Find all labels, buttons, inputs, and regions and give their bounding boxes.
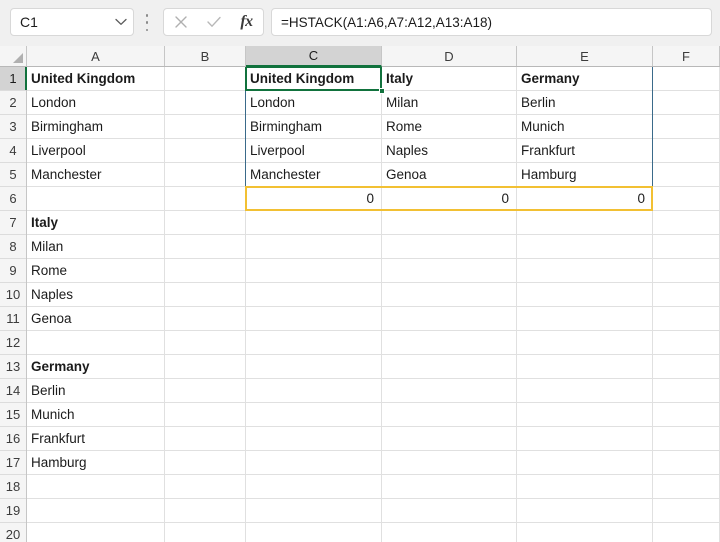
name-box[interactable]: C1: [10, 8, 134, 36]
cell-A7[interactable]: Italy: [27, 211, 164, 234]
cell-A8[interactable]: Milan: [27, 235, 164, 258]
gridline-vertical: [652, 67, 653, 542]
row-header-10[interactable]: 10: [0, 283, 26, 307]
row-header-2[interactable]: 2: [0, 91, 26, 115]
cell-A17[interactable]: Hamburg: [27, 451, 164, 474]
row-header-17[interactable]: 17: [0, 451, 26, 475]
cell-A4[interactable]: Liverpool: [27, 139, 164, 162]
row-header-16[interactable]: 16: [0, 427, 26, 451]
cell-A1[interactable]: United Kingdom: [27, 67, 164, 90]
cell-C6[interactable]: 0: [246, 187, 381, 210]
cell-C1[interactable]: United Kingdom: [246, 67, 381, 90]
row-header-4[interactable]: 4: [0, 139, 26, 163]
row-header-7[interactable]: 7: [0, 211, 26, 235]
row-header-19[interactable]: 19: [0, 499, 26, 523]
cell-A13[interactable]: Germany: [27, 355, 164, 378]
enter-check-icon[interactable]: [197, 9, 230, 35]
chevron-down-icon[interactable]: [109, 18, 133, 26]
formula-bar: C1 fx =HSTACK(A1:A6,A7:A12,A13:A18): [0, 0, 720, 46]
cell-E6[interactable]: 0: [517, 187, 652, 210]
row-header-5[interactable]: 5: [0, 163, 26, 187]
row-header-13[interactable]: 13: [0, 355, 26, 379]
spreadsheet-grid: ABCDEF 1 2 3 4 5 6 7 8 9 10 11 12 13 14 15 16 17 18 19 20 U…: [0, 46, 720, 542]
fx-label: fx: [240, 13, 253, 30]
row-header-11[interactable]: 11: [0, 307, 26, 331]
cell-D3[interactable]: Rome: [382, 115, 516, 138]
cell-E4[interactable]: Frankfurt: [517, 139, 652, 162]
cell-area[interactable]: United Kingdom London Birmingham Liverpool M…: [27, 67, 720, 542]
column-headers: ABCDEF: [0, 46, 720, 67]
column-header-b[interactable]: B: [165, 46, 246, 66]
column-header-a[interactable]: A: [27, 46, 165, 66]
fx-icon[interactable]: fx: [230, 9, 263, 35]
row-header-8[interactable]: 8: [0, 235, 26, 259]
vertical-ellipsis-icon[interactable]: [141, 14, 153, 31]
row-header-15[interactable]: 15: [0, 403, 26, 427]
column-header-e[interactable]: E: [517, 46, 653, 66]
fill-handle[interactable]: [379, 88, 385, 94]
cancel-x-icon[interactable]: [164, 9, 197, 35]
cell-A15[interactable]: Munich: [27, 403, 164, 426]
cell-C2[interactable]: London: [246, 91, 381, 114]
cell-C3[interactable]: Birmingham: [246, 115, 381, 138]
cell-A14[interactable]: Berlin: [27, 379, 164, 402]
gridline-horizontal: [27, 498, 720, 499]
row-header-18[interactable]: 18: [0, 475, 26, 499]
row-header-6[interactable]: 6: [0, 187, 26, 211]
row-headers: 1 2 3 4 5 6 7 8 9 10 11 12 13 14 15 16 17 18 19 20: [0, 67, 27, 542]
cell-E3[interactable]: Munich: [517, 115, 652, 138]
cell-A5[interactable]: Manchester: [27, 163, 164, 186]
row-header-20[interactable]: 20: [0, 523, 26, 542]
cell-A9[interactable]: Rome: [27, 259, 164, 282]
select-all-corner-icon[interactable]: [0, 46, 27, 67]
row-header-12[interactable]: 12: [0, 331, 26, 355]
cell-E5[interactable]: Hamburg: [517, 163, 652, 186]
cell-D1[interactable]: Italy: [382, 67, 516, 90]
cell-C5[interactable]: Manchester: [246, 163, 381, 186]
row-header-1[interactable]: 1: [0, 67, 27, 91]
column-header-c[interactable]: C: [246, 46, 382, 67]
cell-D4[interactable]: Naples: [382, 139, 516, 162]
cell-C4[interactable]: Liverpool: [246, 139, 381, 162]
cell-D2[interactable]: Milan: [382, 91, 516, 114]
cell-A2[interactable]: London: [27, 91, 164, 114]
gridline-horizontal: [27, 330, 720, 331]
row-header-9[interactable]: 9: [0, 259, 26, 283]
column-header-d[interactable]: D: [382, 46, 517, 66]
cell-A16[interactable]: Frankfurt: [27, 427, 164, 450]
cell-D5[interactable]: Genoa: [382, 163, 516, 186]
cell-E2[interactable]: Berlin: [517, 91, 652, 114]
row-header-14[interactable]: 14: [0, 379, 26, 403]
gridline-vertical: [164, 67, 165, 542]
cell-D6[interactable]: 0: [382, 187, 516, 210]
name-box-value: C1: [20, 14, 38, 30]
formula-input[interactable]: =HSTACK(A1:A6,A7:A12,A13:A18): [271, 8, 712, 36]
cell-A11[interactable]: Genoa: [27, 307, 164, 330]
cell-A10[interactable]: Naples: [27, 283, 164, 306]
row-header-3[interactable]: 3: [0, 115, 26, 139]
gridline-horizontal: [27, 522, 720, 523]
cell-E1[interactable]: Germany: [517, 67, 652, 90]
gridline-horizontal: [27, 474, 720, 475]
formula-bar-actions: fx: [163, 8, 264, 36]
cell-A3[interactable]: Birmingham: [27, 115, 164, 138]
column-header-f[interactable]: F: [653, 46, 720, 66]
